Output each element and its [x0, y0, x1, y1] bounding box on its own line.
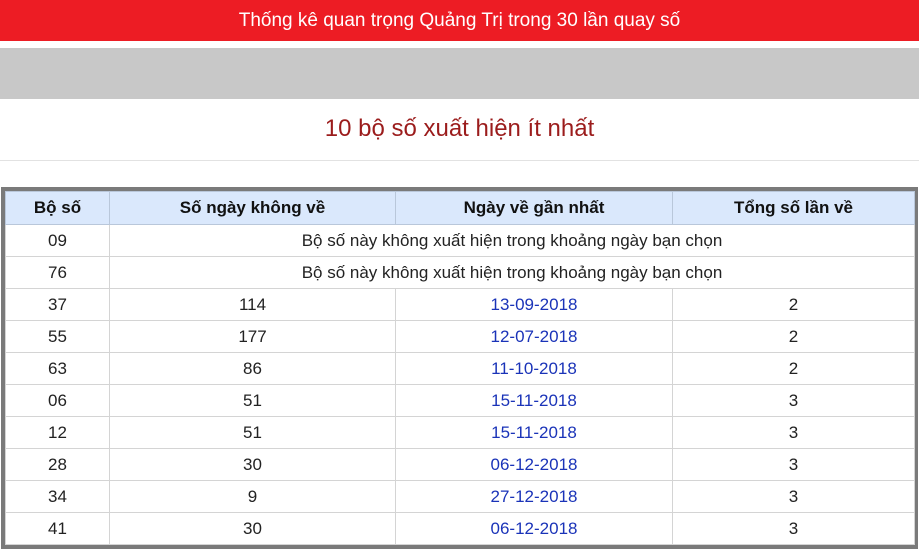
cell-number: 76 — [5, 256, 110, 289]
cell-days-missing: 51 — [109, 384, 396, 417]
cell-number: 06 — [5, 384, 110, 417]
cell-number: 55 — [5, 320, 110, 353]
cell-days-missing: 177 — [109, 320, 396, 353]
table-row: 09 Bộ số này không xuất hiện trong khoản… — [5, 224, 915, 257]
cell-total: 2 — [672, 352, 915, 385]
table-row: 37 114 13-09-2018 2 — [5, 288, 915, 321]
col-header-number: Bộ số — [5, 191, 110, 225]
col-header-total: Tổng số lần về — [672, 191, 915, 225]
cell-number: 12 — [5, 416, 110, 449]
cell-days-missing: 9 — [109, 480, 396, 513]
cell-last-date: 27-12-2018 — [395, 480, 673, 513]
cell-total: 3 — [672, 480, 915, 513]
cell-last-date: 15-11-2018 — [395, 384, 673, 417]
table-header-row: Bộ số Số ngày không về Ngày về gần nhất … — [5, 191, 915, 225]
cell-total: 3 — [672, 384, 915, 417]
cell-total: 3 — [672, 448, 915, 481]
cell-last-date: 06-12-2018 — [395, 448, 673, 481]
cell-number: 37 — [5, 288, 110, 321]
cell-missing-message: Bộ số này không xuất hiện trong khoảng n… — [109, 224, 915, 257]
table-row: 34 9 27-12-2018 3 — [5, 480, 915, 513]
cell-total: 3 — [672, 416, 915, 449]
section-title: 10 bộ số xuất hiện ít nhất — [324, 115, 595, 142]
table-row: 28 30 06-12-2018 3 — [5, 448, 915, 481]
cell-days-missing: 30 — [109, 448, 396, 481]
table-row: 06 51 15-11-2018 3 — [5, 384, 915, 417]
cell-days-missing: 86 — [109, 352, 396, 385]
ad-placeholder-bar — [0, 48, 919, 99]
page-title-banner: Thống kê quan trọng Quảng Trị trong 30 l… — [0, 0, 919, 41]
cell-number: 63 — [5, 352, 110, 385]
stats-table: Bộ số Số ngày không về Ngày về gần nhất … — [5, 191, 915, 545]
cell-last-date: 06-12-2018 — [395, 512, 673, 545]
cell-missing-message: Bộ số này không xuất hiện trong khoảng n… — [109, 256, 915, 289]
cell-number: 09 — [5, 224, 110, 257]
col-header-last-date: Ngày về gần nhất — [395, 191, 673, 225]
stats-table-frame: Bộ số Số ngày không về Ngày về gần nhất … — [1, 187, 918, 549]
table-row: 63 86 11-10-2018 2 — [5, 352, 915, 385]
cell-last-date: 15-11-2018 — [395, 416, 673, 449]
cell-days-missing: 114 — [109, 288, 396, 321]
table-row: 41 30 06-12-2018 3 — [5, 512, 915, 545]
col-header-days-missing: Số ngày không về — [109, 191, 396, 225]
table-row: 12 51 15-11-2018 3 — [5, 416, 915, 449]
cell-number: 34 — [5, 480, 110, 513]
cell-last-date: 11-10-2018 — [395, 352, 673, 385]
cell-days-missing: 30 — [109, 512, 396, 545]
cell-number: 41 — [5, 512, 110, 545]
cell-days-missing: 51 — [109, 416, 396, 449]
cell-last-date: 13-09-2018 — [395, 288, 673, 321]
cell-last-date: 12-07-2018 — [395, 320, 673, 353]
cell-total: 2 — [672, 288, 915, 321]
divider — [0, 160, 919, 161]
cell-total: 2 — [672, 320, 915, 353]
table-row: 76 Bộ số này không xuất hiện trong khoản… — [5, 256, 915, 289]
cell-total: 3 — [672, 512, 915, 545]
cell-number: 28 — [5, 448, 110, 481]
table-row: 55 177 12-07-2018 2 — [5, 320, 915, 353]
